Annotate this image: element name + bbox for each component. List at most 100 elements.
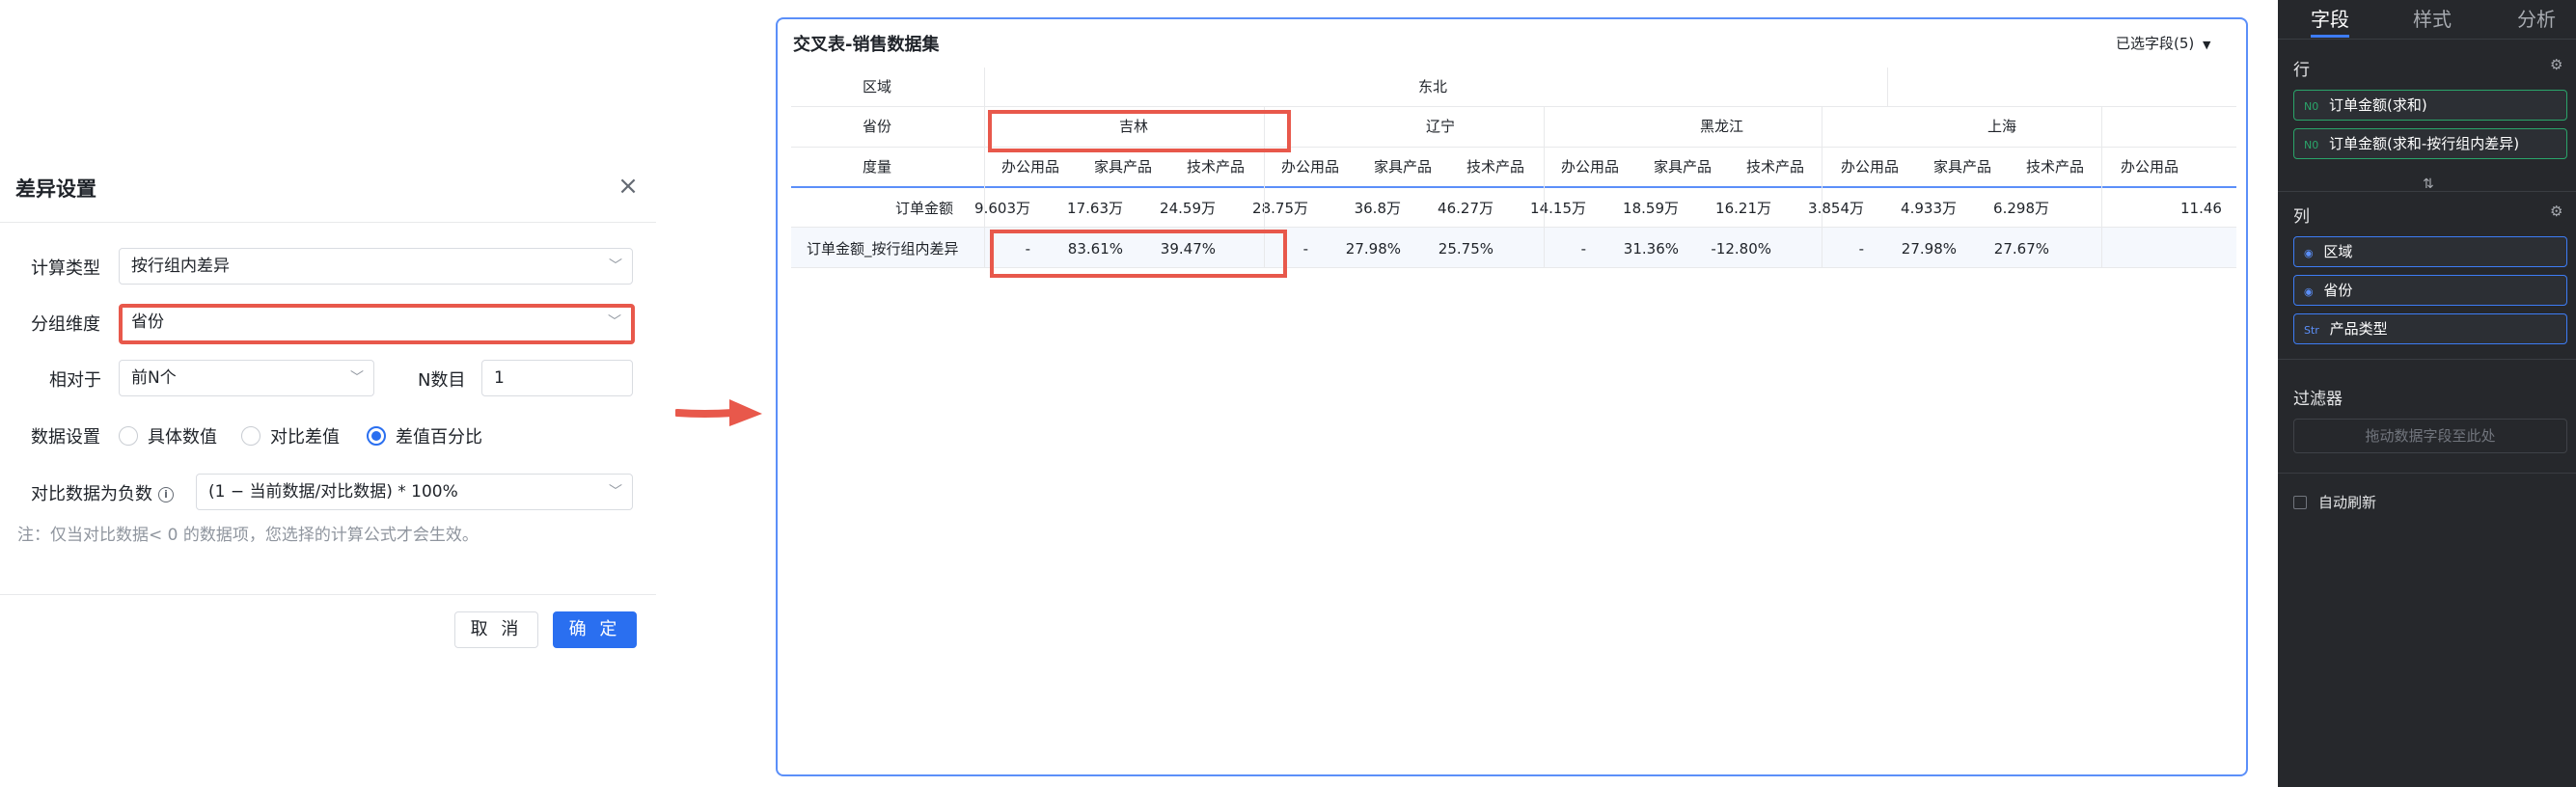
row-label: 订单金额_按行组内差异 bbox=[807, 240, 959, 258]
category-header: 家具产品 bbox=[1374, 158, 1433, 176]
category-header: 办公用品 bbox=[2121, 158, 2179, 176]
info-icon[interactable]: i bbox=[158, 487, 174, 502]
string-type-icon: Str bbox=[2304, 324, 2319, 337]
chevron-down-icon: ﹀ bbox=[350, 370, 364, 386]
sidebar-divider bbox=[2278, 39, 2576, 40]
category-header: 技术产品 bbox=[2026, 158, 2085, 176]
category-header: 家具产品 bbox=[1933, 158, 1992, 176]
note-text: 注：仅当对比数据< 0 的数据项，您选择的计算公式才会生效。 bbox=[17, 526, 479, 545]
category-header: 家具产品 bbox=[1654, 158, 1713, 176]
grid-line bbox=[984, 68, 985, 267]
category-header: 办公用品 bbox=[1281, 158, 1340, 176]
data-cell: 14.15万 bbox=[1530, 200, 1586, 217]
chip-label: 省份 bbox=[2323, 282, 2353, 299]
selected-fields-dropdown[interactable]: 已选字段(5) ▼ bbox=[2116, 33, 2211, 53]
chip-label: 产品类型 bbox=[2329, 320, 2388, 338]
province-header: 上海 bbox=[1987, 118, 2017, 135]
radio-dot-selected bbox=[367, 426, 386, 446]
tab-style[interactable]: 样式 bbox=[2413, 4, 2452, 32]
calc-type-select[interactable]: 按行组内差异 ﹀ bbox=[119, 248, 633, 285]
relative-label: 相对于 bbox=[49, 370, 101, 391]
header-province-label: 省份 bbox=[863, 118, 892, 135]
col-field-chip[interactable]: ◉ 区域 bbox=[2293, 236, 2567, 267]
number-type-icon: N0 bbox=[2304, 139, 2319, 151]
category-header: 技术产品 bbox=[1466, 158, 1525, 176]
data-cell: - bbox=[1858, 240, 1864, 258]
grid-line bbox=[1887, 68, 1888, 106]
category-header: 办公用品 bbox=[1561, 158, 1620, 176]
diff-settings-dialog: 差异设置 × 计算类型 按行组内差异 ﹀ 分组维度 省份 ﹀ 相对于 前N个 ﹀… bbox=[0, 162, 656, 668]
data-cell: 4.933万 bbox=[1901, 200, 1957, 217]
category-header: 办公用品 bbox=[1001, 158, 1060, 176]
radio-diff-percent[interactable]: 差值百分比 bbox=[367, 423, 482, 448]
data-cell: - bbox=[1302, 240, 1308, 258]
dialog-footer-divider bbox=[0, 594, 656, 595]
chevron-down-icon: ﹀ bbox=[609, 258, 622, 274]
group-dim-select[interactable]: 省份 ﹀ bbox=[119, 304, 635, 344]
radio-dot bbox=[119, 426, 138, 446]
data-cell: - bbox=[1025, 240, 1030, 258]
relative-value: 前N个 bbox=[131, 368, 177, 388]
data-cell: 28.75万 bbox=[1252, 200, 1308, 217]
radio-dot bbox=[241, 426, 260, 446]
row-field-chip[interactable]: N0 订单金额(求和) bbox=[2293, 90, 2567, 121]
close-icon[interactable]: × bbox=[616, 174, 641, 199]
data-cell: 16.21万 bbox=[1715, 200, 1771, 217]
filter-dropzone[interactable]: 拖动数据字段至此处 bbox=[2293, 419, 2567, 453]
n-count-input[interactable]: 1 bbox=[481, 360, 633, 396]
relative-select[interactable]: 前N个 ﹀ bbox=[119, 360, 374, 396]
radio-compare-diff[interactable]: 对比差值 bbox=[241, 423, 340, 448]
radio-specific-value[interactable]: 具体数值 bbox=[119, 423, 217, 448]
data-cell: 83.61% bbox=[1067, 240, 1123, 258]
tab-fields[interactable]: 字段 bbox=[2311, 4, 2349, 32]
grid-line bbox=[2101, 106, 2102, 267]
calc-type-label: 计算类型 bbox=[31, 258, 100, 279]
header-bottom-line bbox=[791, 186, 2236, 188]
negative-formula-select[interactable]: (1 − 当前数据/对比数据) * 100% ﹀ bbox=[196, 474, 633, 510]
category-header: 技术产品 bbox=[1187, 158, 1246, 176]
row-label: 订单金额 bbox=[894, 200, 953, 217]
chevron-down-icon: ﹀ bbox=[609, 484, 622, 500]
active-tab-indicator bbox=[2311, 35, 2349, 38]
gear-icon[interactable]: ⚙ bbox=[2550, 56, 2562, 73]
checkbox[interactable] bbox=[2293, 495, 2307, 509]
chip-label: 订单金额(求和) bbox=[2329, 96, 2427, 114]
category-header: 技术产品 bbox=[1746, 158, 1805, 176]
n-count-label: N数目 bbox=[418, 370, 466, 391]
grid-line bbox=[1264, 147, 1265, 267]
region-header: 东北 bbox=[1418, 78, 1448, 95]
data-cell: 31.36% bbox=[1623, 240, 1679, 258]
row-field-chip[interactable]: N0 订单金额(求和-按行组内差异) bbox=[2293, 128, 2567, 159]
negative-label-text: 对比数据为负数 bbox=[31, 484, 152, 504]
location-icon: ◉ bbox=[2304, 247, 2314, 259]
tab-analysis[interactable]: 分析 bbox=[2517, 4, 2556, 32]
data-cell: 27.98% bbox=[1901, 240, 1957, 258]
location-icon: ◉ bbox=[2304, 285, 2314, 298]
col-field-chip[interactable]: Str 产品类型 bbox=[2293, 313, 2567, 344]
ok-button[interactable]: 确 定 bbox=[553, 611, 637, 648]
radio-label: 具体数值 bbox=[148, 427, 217, 448]
radio-label: 对比差值 bbox=[270, 427, 340, 448]
cancel-button[interactable]: 取 消 bbox=[454, 611, 538, 648]
header-measure-label: 度量 bbox=[863, 158, 892, 176]
sidebar-divider bbox=[2278, 473, 2576, 474]
data-cell: 24.59万 bbox=[1160, 200, 1216, 217]
data-cell: 3.854万 bbox=[1808, 200, 1864, 217]
filter-section-title: 过滤器 bbox=[2293, 390, 2343, 409]
right-arrow-icon bbox=[675, 399, 762, 426]
data-cell: 46.27万 bbox=[1438, 200, 1494, 217]
dialog-title: 差异设置 bbox=[15, 177, 96, 201]
rows-section-title: 行 bbox=[2293, 61, 2310, 80]
chip-label: 区域 bbox=[2323, 243, 2353, 260]
grid-line bbox=[791, 227, 2236, 228]
auto-refresh-toggle[interactable]: 自动刷新 bbox=[2293, 492, 2376, 512]
selected-fields-label: 已选字段(5) bbox=[2116, 35, 2195, 52]
data-setting-label: 数据设置 bbox=[31, 427, 100, 448]
chip-label: 订单金额(求和-按行组内差异) bbox=[2329, 135, 2520, 152]
data-cell: 39.47% bbox=[1160, 240, 1216, 258]
col-field-chip[interactable]: ◉ 省份 bbox=[2293, 275, 2567, 306]
swap-icon[interactable]: ⇅ bbox=[2423, 176, 2434, 192]
province-header: 黑龙江 bbox=[1700, 118, 1744, 135]
gear-icon[interactable]: ⚙ bbox=[2550, 203, 2562, 220]
grid-line bbox=[791, 147, 2236, 148]
